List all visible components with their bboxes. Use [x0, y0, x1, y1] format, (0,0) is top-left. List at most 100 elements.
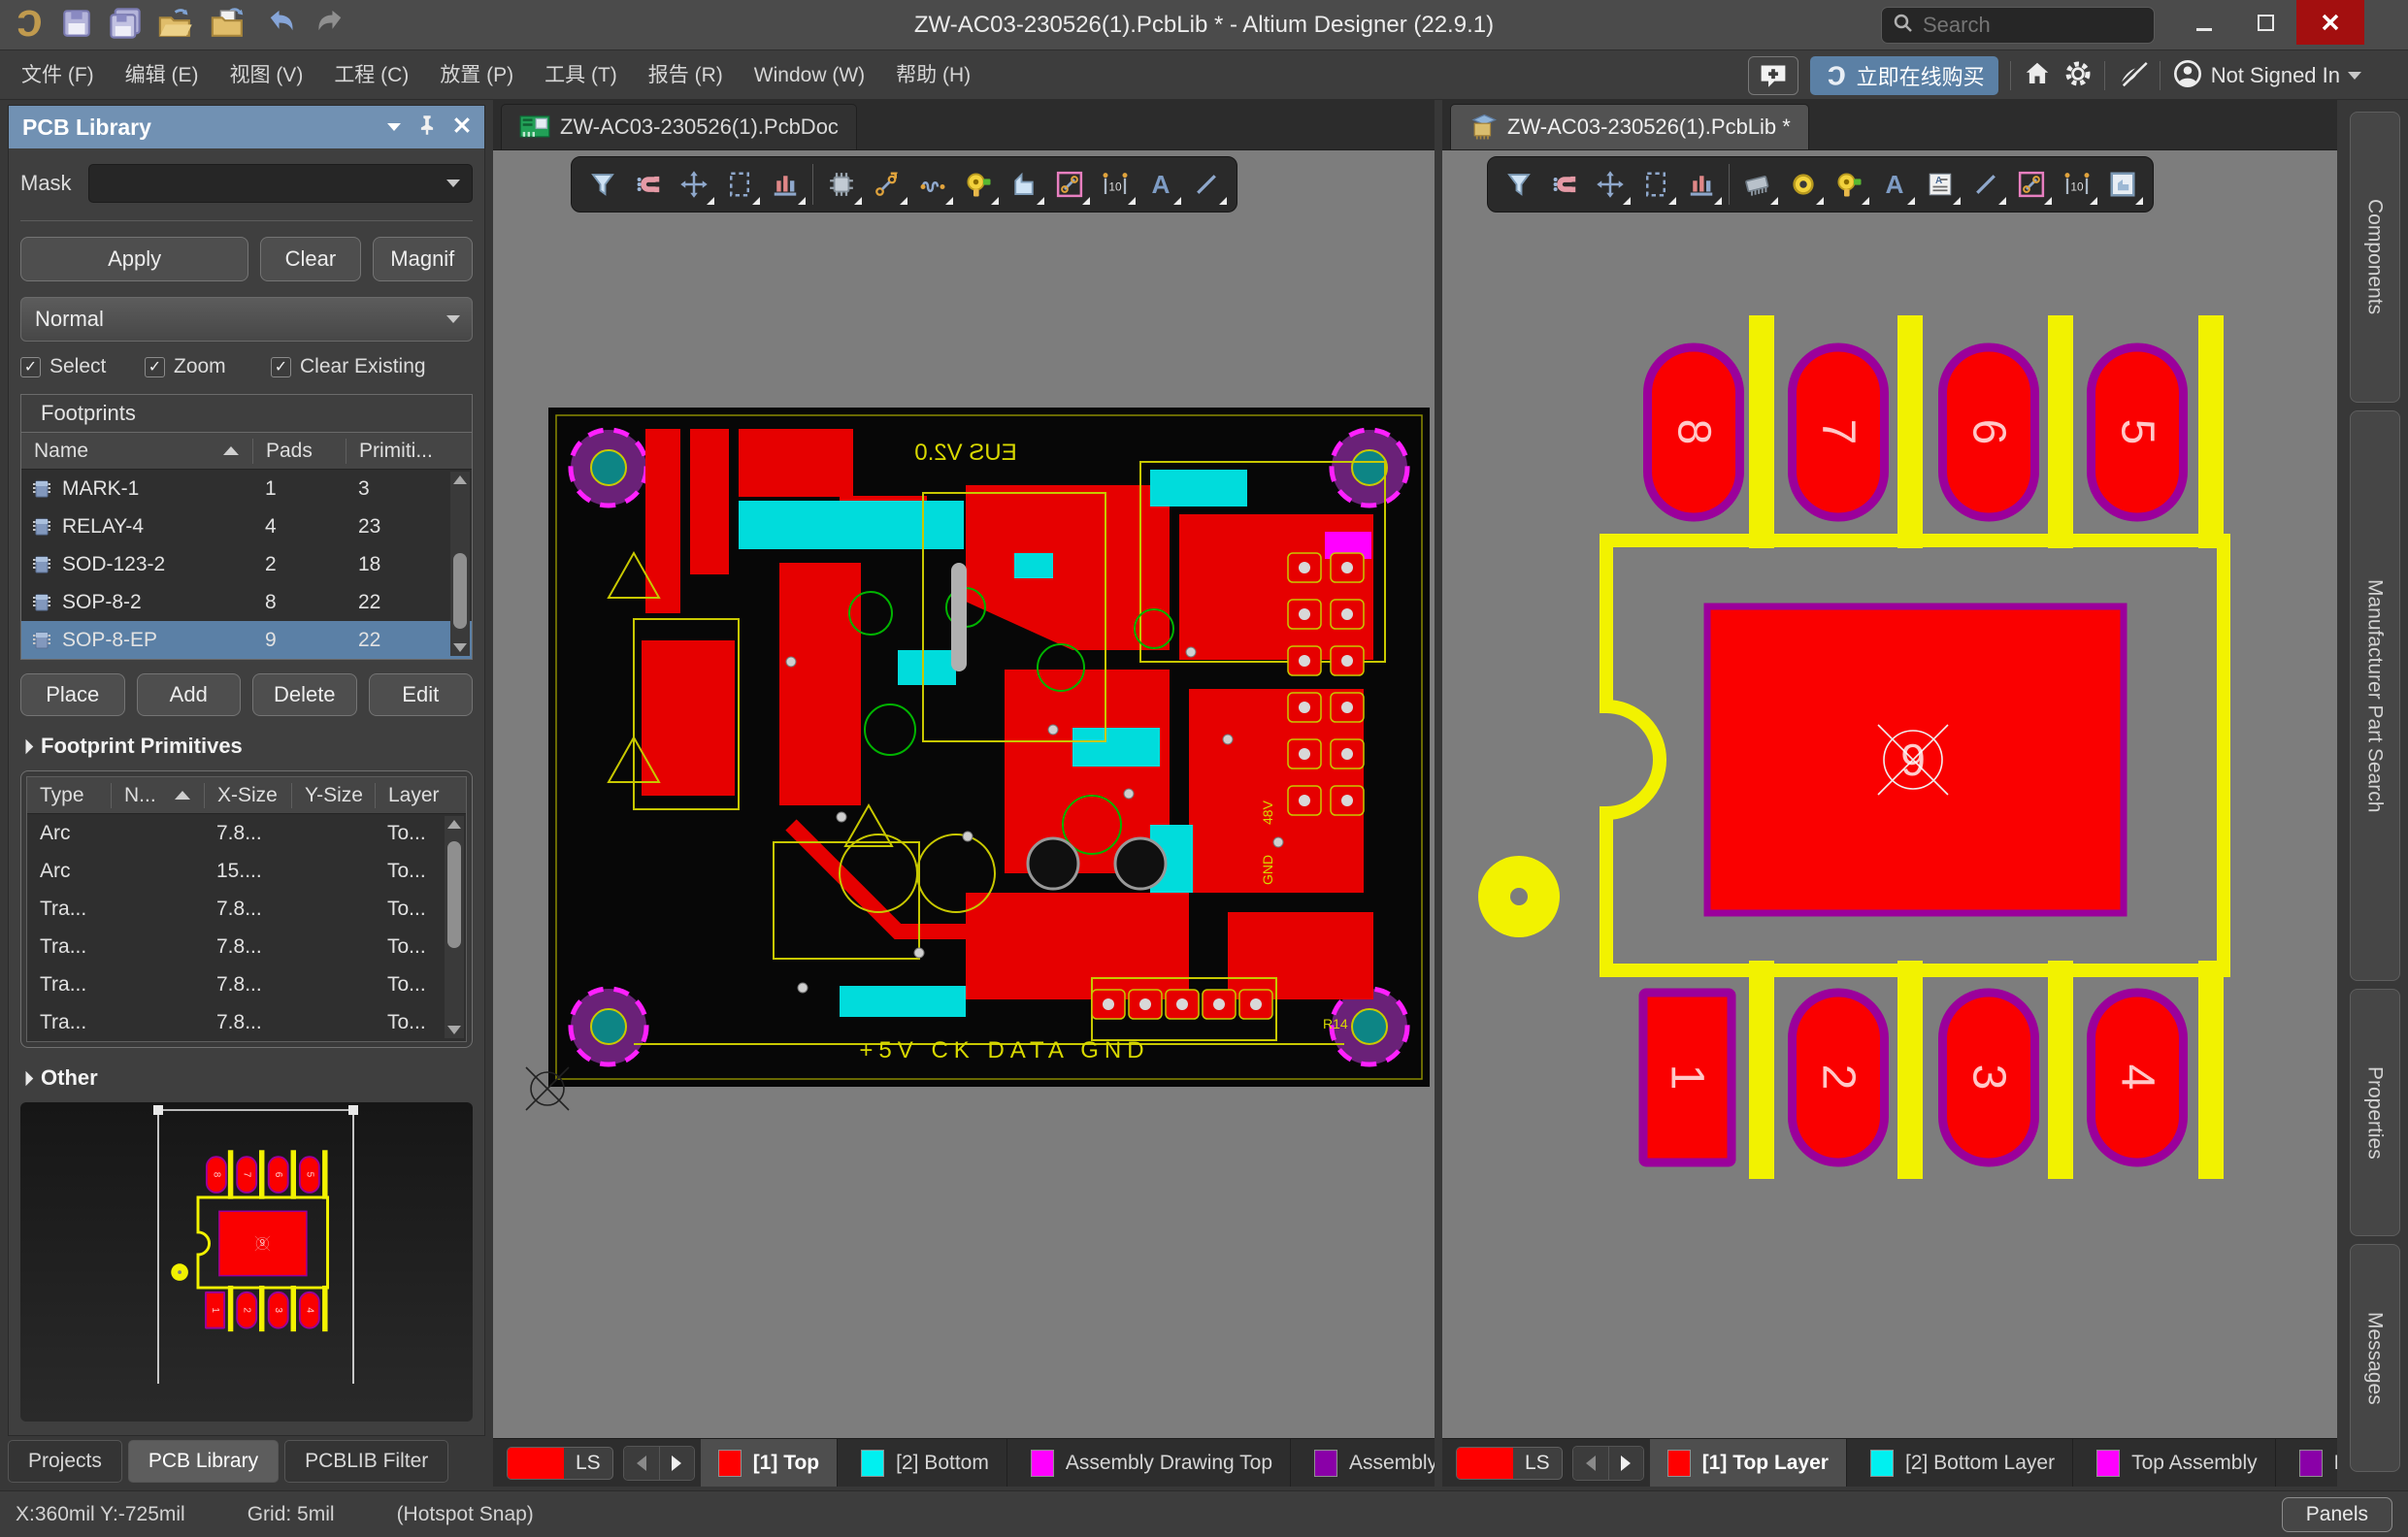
layer-tab-top[interactable]: [1] Top — [701, 1439, 838, 1488]
selection-handle[interactable] — [153, 1105, 163, 1115]
table-row[interactable]: MARK-1 1 3 — [21, 470, 472, 507]
layer-set-chip[interactable]: LS — [507, 1447, 613, 1480]
table-row-selected[interactable]: SOP-8-EP 9 22 — [21, 621, 472, 659]
align-tool[interactable] — [762, 162, 808, 207]
footprint-primitives-section[interactable]: Footprint Primitives — [20, 734, 473, 759]
maximize-button[interactable] — [2238, 0, 2293, 45]
dock-tab-properties[interactable]: Properties — [2350, 989, 2400, 1236]
pcbdoc-canvas[interactable]: 10 A — [493, 150, 1435, 1438]
menu-tools[interactable]: 工具 (T) — [529, 50, 633, 100]
layer-scroll-right[interactable] — [659, 1447, 694, 1480]
open-project-icon[interactable] — [210, 6, 248, 41]
table-row[interactable]: Tra... 7.8... To... — [27, 1003, 466, 1041]
scroll-thumb[interactable] — [447, 841, 461, 948]
table-row[interactable]: Tra... 7.8... To... — [27, 890, 466, 928]
layer-scroll-right[interactable] — [1608, 1447, 1643, 1480]
account-menu[interactable]: Not Signed In — [2172, 58, 2361, 94]
table-row[interactable]: RELAY-4 4 23 — [21, 507, 472, 545]
filter-tool[interactable] — [579, 162, 625, 207]
scroll-down-icon[interactable] — [453, 643, 467, 652]
tab-pcblib[interactable]: ZW-AC03-230526(1).PcbLib * — [1450, 104, 1809, 149]
route-tool[interactable] — [864, 162, 909, 207]
line-tool[interactable] — [1183, 162, 1229, 207]
open-icon[interactable] — [157, 6, 196, 41]
place-button[interactable]: Place — [20, 673, 125, 716]
col-ysize[interactable]: Y-Size — [291, 783, 375, 808]
magnet-tool[interactable] — [625, 162, 671, 207]
selection-handle[interactable] — [348, 1105, 358, 1115]
menu-help[interactable]: 帮助 (H) — [880, 50, 986, 100]
footprint-drawing[interactable]: 8 7 6 5 1 2 3 4 9 — [1442, 150, 2337, 1438]
tab-pcbdoc[interactable]: ZW-AC03-230526(1).PcbDoc — [501, 104, 857, 149]
move-tool[interactable] — [671, 162, 716, 207]
panels-button[interactable]: Panels — [2282, 1497, 2392, 1532]
table-row[interactable]: Tra... 7.8... To... — [27, 928, 466, 965]
undo-icon[interactable] — [262, 6, 299, 41]
layer-tab-bottom-assembly[interactable]: Bottom — [2282, 1439, 2337, 1488]
dock-tab-components[interactable]: Components — [2350, 112, 2400, 403]
edit-button[interactable]: Edit — [369, 673, 474, 716]
layer-tab-bottom-layer[interactable]: [2] Bottom Layer — [1853, 1439, 2073, 1488]
global-search[interactable] — [1881, 7, 2155, 44]
clear-button[interactable]: Clear — [260, 237, 360, 281]
table-row[interactable]: Arc 15.... To... — [27, 852, 466, 890]
table-row[interactable]: Arc 7.8... To... — [27, 814, 466, 852]
menu-project[interactable]: 工程 (C) — [318, 50, 424, 100]
menu-edit[interactable]: 编辑 (E) — [110, 50, 214, 100]
scrollbar[interactable] — [445, 816, 464, 1038]
feedback-button[interactable] — [1748, 56, 1798, 95]
via-tool[interactable] — [955, 162, 1001, 207]
col-n[interactable]: N... — [111, 783, 204, 808]
col-name[interactable]: Name — [21, 439, 252, 464]
layer-scroll-left[interactable] — [1573, 1447, 1608, 1480]
layer-tab-top-assembly[interactable]: Top Assembly — [2079, 1439, 2276, 1488]
tab-projects[interactable]: Projects — [8, 1440, 122, 1483]
text-tool[interactable]: A — [1138, 162, 1183, 207]
other-section[interactable]: Other — [20, 1065, 473, 1091]
layer-set-chip[interactable]: LS — [1456, 1447, 1563, 1480]
col-xsize[interactable]: X-Size — [204, 783, 291, 808]
scrollbar[interactable] — [450, 472, 470, 656]
layer-tab-bottom[interactable]: [2] Bottom — [843, 1439, 1007, 1488]
panel-menu-icon[interactable] — [387, 123, 401, 131]
search-input[interactable] — [1923, 13, 2202, 38]
layer-tab-assembly-top[interactable]: Assembly Drawing Top — [1013, 1439, 1291, 1488]
zoom-checkbox[interactable]: ✓ Zoom — [145, 355, 271, 378]
col-primitives[interactable]: Primiti... — [346, 439, 474, 464]
minimize-button[interactable] — [2177, 0, 2231, 45]
magnify-button[interactable]: Magnif — [373, 237, 473, 281]
footprint-preview[interactable] — [20, 1102, 473, 1422]
interactive-route-tool[interactable] — [1046, 162, 1092, 207]
gear-icon[interactable] — [2063, 59, 2093, 93]
pin-icon[interactable] — [418, 114, 436, 141]
apply-button[interactable]: Apply — [20, 237, 248, 281]
select-tool[interactable] — [716, 162, 762, 207]
close-button[interactable] — [2296, 0, 2364, 45]
buy-online-button[interactable]: 立即在线购买 — [1810, 56, 1998, 95]
layer-scroll-left[interactable] — [624, 1447, 659, 1480]
select-checkbox[interactable]: ✓ Select — [20, 355, 145, 378]
mode-select[interactable]: Normal — [20, 297, 473, 342]
clear-existing-checkbox[interactable]: ✓ Clear Existing — [271, 355, 426, 378]
menu-window[interactable]: Window (W) — [739, 50, 880, 100]
layer-tab-assembly-dra[interactable]: Assembly Dra — [1297, 1439, 1435, 1488]
col-layer[interactable]: Layer — [375, 783, 479, 808]
menu-reports[interactable]: 报告 (R) — [633, 50, 739, 100]
dimension-tool[interactable]: 10 — [1092, 162, 1138, 207]
dock-tab-messages[interactable]: Messages — [2350, 1244, 2400, 1472]
add-button[interactable]: Add — [137, 673, 242, 716]
pen-slash-icon[interactable] — [2117, 59, 2148, 93]
mask-combobox[interactable] — [88, 164, 473, 203]
tab-pcb-library[interactable]: PCB Library — [128, 1440, 279, 1483]
scroll-thumb[interactable] — [453, 553, 467, 629]
pcblib-canvas[interactable]: A A 10 — [1442, 150, 2337, 1438]
close-icon[interactable] — [453, 116, 471, 139]
dock-tab-manufacturer-part-search[interactable]: Manufacturer Part Search — [2350, 410, 2400, 981]
delete-button[interactable]: Delete — [252, 673, 357, 716]
menu-place[interactable]: 放置 (P) — [424, 50, 529, 100]
table-row[interactable]: SOP-8-2 8 22 — [21, 583, 472, 621]
table-row[interactable]: Tra... 7.8... To... — [27, 965, 466, 1003]
diff-pair-tool[interactable] — [909, 162, 955, 207]
scroll-down-icon[interactable] — [447, 1026, 461, 1034]
col-pads[interactable]: Pads — [252, 439, 346, 464]
